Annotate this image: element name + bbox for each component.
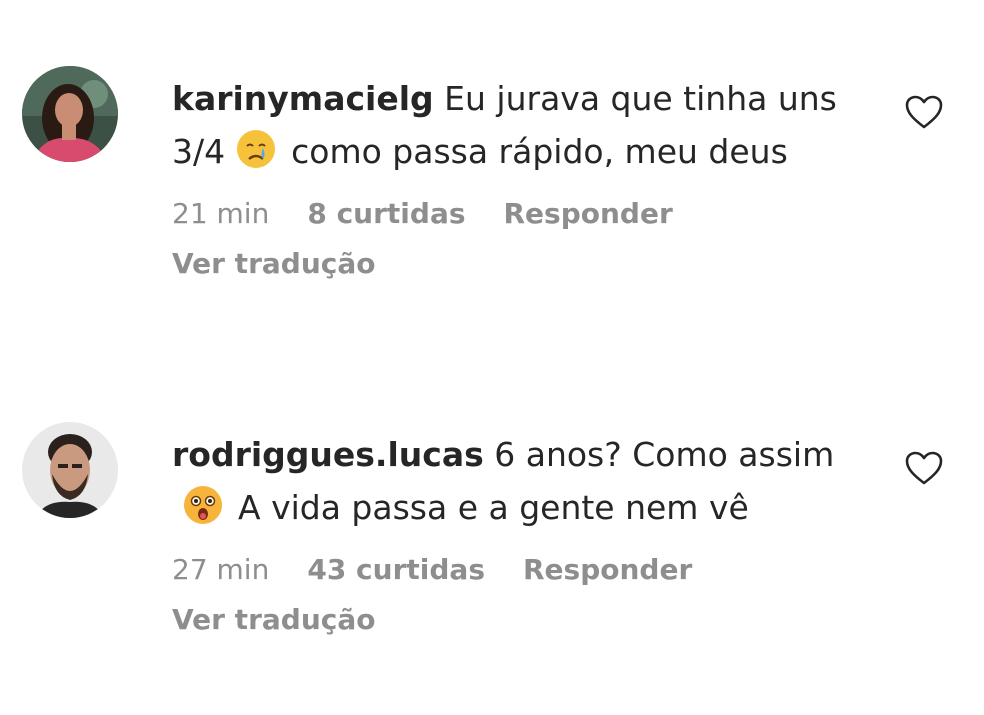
comment-meta: 27 min 43 curtidas Responder xyxy=(172,552,862,588)
comment-time[interactable]: 27 min xyxy=(172,552,269,588)
comment-text-before: 6 anos? Como assim xyxy=(494,435,835,474)
comment-username[interactable]: karinymacielg xyxy=(172,79,434,118)
comment-likes[interactable]: 8 curtidas xyxy=(307,196,465,232)
avatar[interactable] xyxy=(22,422,118,518)
avatar-image xyxy=(22,422,118,518)
heart-icon[interactable] xyxy=(904,94,944,130)
comment-text: karinymacielg Eu jurava que tinha uns 3/… xyxy=(172,72,862,178)
avatar-image xyxy=(22,66,118,162)
see-translation-button[interactable]: Ver tradução xyxy=(172,602,862,638)
comment-likes[interactable]: 43 curtidas xyxy=(307,552,485,588)
see-translation-button[interactable]: Ver tradução xyxy=(172,246,862,282)
reply-button[interactable]: Responder xyxy=(523,552,692,588)
reply-button[interactable]: Responder xyxy=(504,196,673,232)
astonished-face-emoji-icon xyxy=(184,486,222,524)
comment-username[interactable]: rodriggues.lucas xyxy=(172,435,484,474)
comment-time[interactable]: 21 min xyxy=(172,196,269,232)
heart-icon[interactable] xyxy=(904,450,944,486)
comment-text-after: A vida passa e a gente nem vê xyxy=(238,488,749,527)
comment-text: rodriggues.lucas 6 anos? Como assim A vi… xyxy=(172,428,862,534)
comment-meta: 21 min 8 curtidas Responder xyxy=(172,196,862,232)
avatar[interactable] xyxy=(22,66,118,162)
comment-text-after: como passa rápido, meu deus xyxy=(291,132,788,171)
crying-face-emoji-icon xyxy=(237,130,276,168)
